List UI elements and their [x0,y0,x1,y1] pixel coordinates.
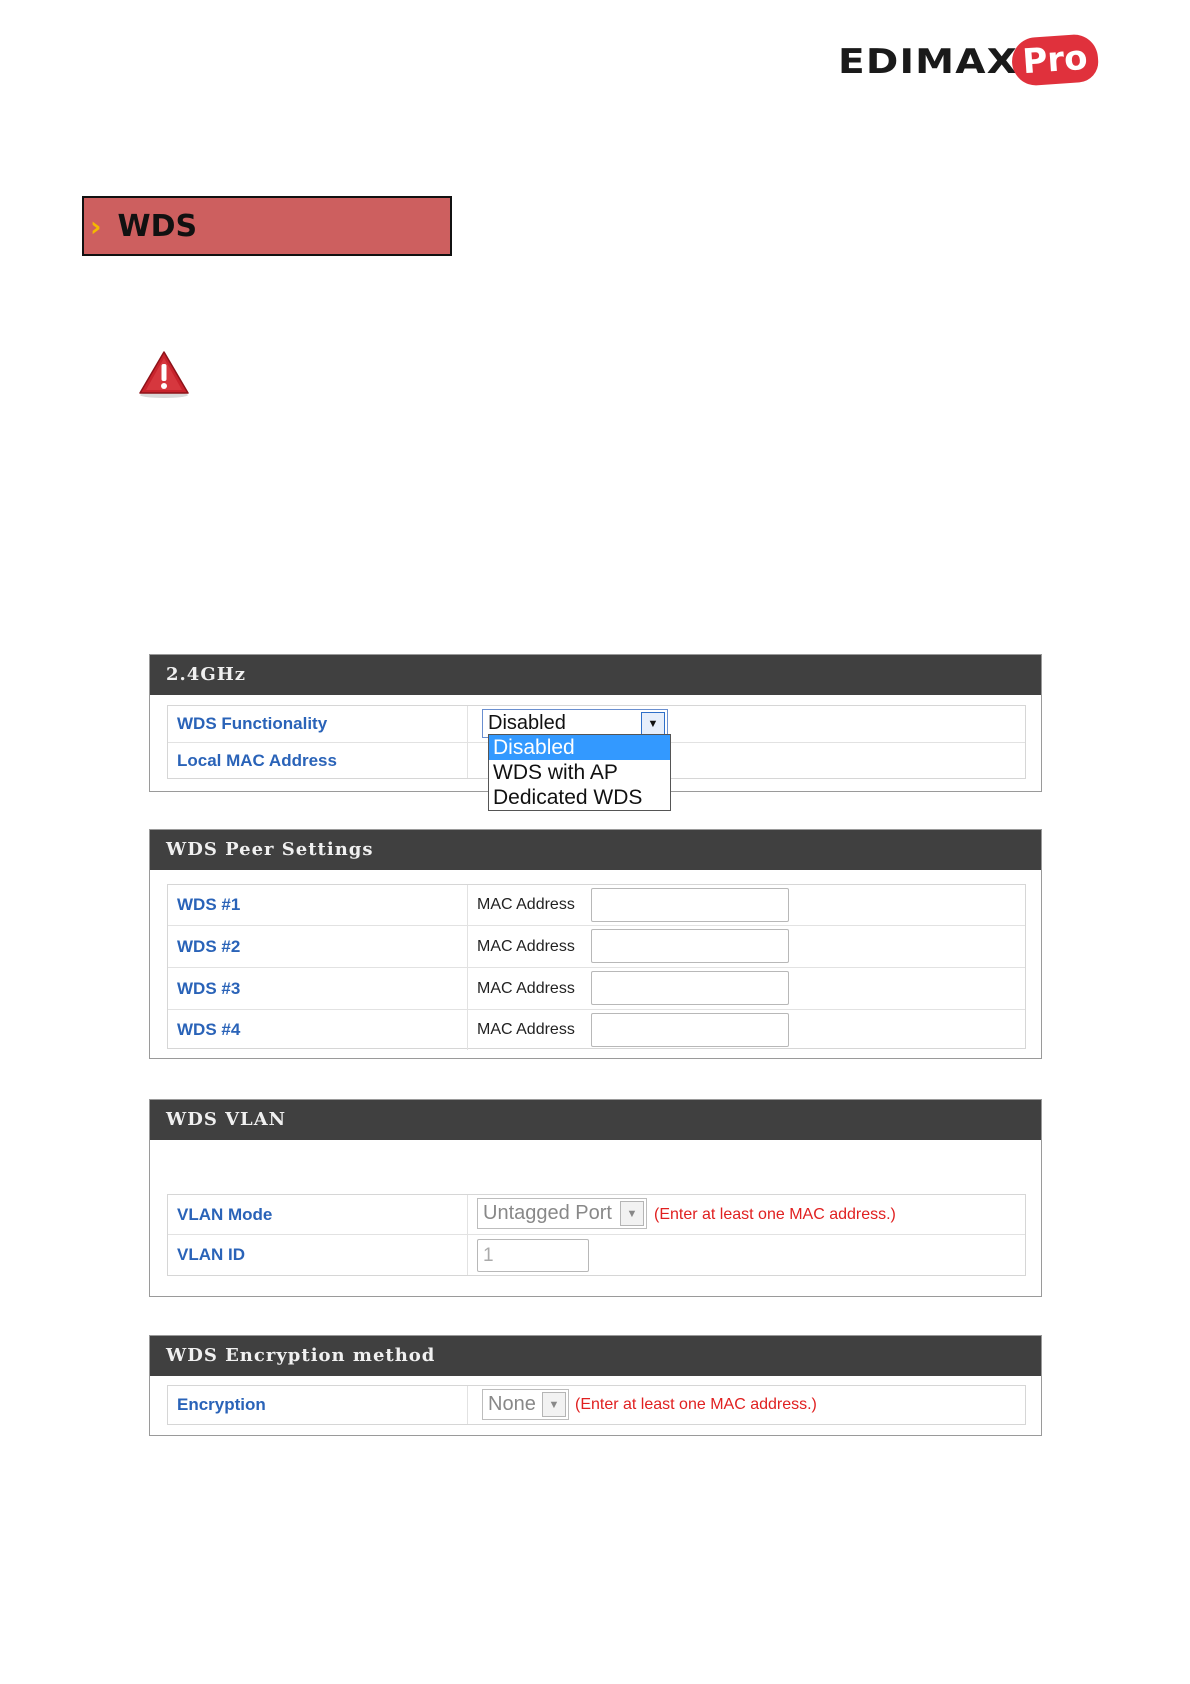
panel-wds-encryption: WDS Encryption method Encryption None ▼ … [149,1335,1042,1436]
peer-settings-grid: WDS #1 MAC Address WDS #2 MAC Address WD… [167,884,1026,1050]
vlan-mode-value: Untagged Port [483,1202,612,1224]
wds-2-mac-input[interactable] [591,929,789,963]
vlan-mode-select[interactable]: Untagged Port ▼ [477,1198,647,1229]
dropdown-option-disabled[interactable]: Disabled [489,735,670,760]
dropdown-option-dedicated-wds[interactable]: Dedicated WDS [489,785,670,810]
peer-settings-title: WDS Peer Settings [150,830,1041,870]
vlan-mode-hint: (Enter at least one MAC address.) [654,1205,896,1223]
encryption-row: Encryption None ▼ (Enter at least one MA… [168,1386,1025,1424]
chevron-down-icon[interactable]: ▼ [641,712,665,735]
wds-1-mac-input[interactable] [591,888,789,922]
vlan-mode-row: VLAN Mode Untagged Port ▼ (Enter at leas… [168,1195,1025,1235]
encryption-select[interactable]: None ▼ [482,1389,569,1420]
encryption-value: None [488,1393,536,1415]
wds-functionality-dropdown: Disabled WDS with AP Dedicated WDS [488,734,671,811]
table-row: WDS #1 MAC Address [168,885,1025,926]
wds-3-label: WDS #3 [168,968,468,1009]
wds-1-label: WDS #1 [168,885,468,925]
encryption-label: Encryption [168,1386,468,1424]
encryption-hint: (Enter at least one MAC address.) [575,1396,817,1413]
edimax-pro-logo: EDIMAX Pro [838,33,1100,92]
wds-2-label: WDS #2 [168,926,468,967]
chevron-down-icon[interactable]: ▼ [620,1201,644,1226]
warning-triangle-icon [139,351,189,398]
section-heading: › WDS [82,196,452,256]
logo-badge: Pro [1010,33,1100,87]
wds-encryption-title: WDS Encryption method [150,1336,1041,1376]
wds-vlan-title: WDS VLAN [150,1100,1041,1140]
mac-address-label: MAC Address [477,896,575,913]
panel-wds-vlan: WDS VLAN VLAN Mode Untagged Port ▼ (Ente… [149,1099,1042,1297]
wds-3-mac-input[interactable] [591,971,789,1005]
wds-vlan-grid: VLAN Mode Untagged Port ▼ (Enter at leas… [167,1194,1026,1276]
wds-encryption-grid: Encryption None ▼ (Enter at least one MA… [167,1385,1026,1425]
vlan-id-input[interactable]: 1 [477,1239,589,1272]
dropdown-option-wds-with-ap[interactable]: WDS with AP [489,760,670,785]
wds-4-mac-input[interactable] [591,1013,789,1047]
vlan-mode-label: VLAN Mode [168,1195,468,1234]
table-row: WDS #4 MAC Address [168,1010,1025,1050]
mac-address-label: MAC Address [477,1021,575,1038]
chevron-right-icon: › [90,209,102,243]
local-mac-label: Local MAC Address [168,743,468,778]
vlan-id-label: VLAN ID [168,1235,468,1275]
mac-address-label: MAC Address [477,937,575,955]
vlan-id-row: VLAN ID 1 [168,1235,1025,1275]
table-row: WDS #3 MAC Address [168,968,1025,1010]
panel-24ghz-title: 2.4GHz [150,655,1041,695]
mac-address-label: MAC Address [477,979,575,997]
chevron-down-icon[interactable]: ▼ [542,1392,566,1417]
logo-wordmark: EDIMAX [838,42,1018,82]
wds-4-label: WDS #4 [168,1010,468,1050]
wds-functionality-value: Disabled [488,712,566,734]
section-title: WDS [117,208,198,244]
wds-functionality-label: WDS Functionality [168,706,468,742]
panel-peer-settings: WDS Peer Settings WDS #1 MAC Address WDS… [149,829,1042,1059]
table-row: WDS #2 MAC Address [168,926,1025,968]
